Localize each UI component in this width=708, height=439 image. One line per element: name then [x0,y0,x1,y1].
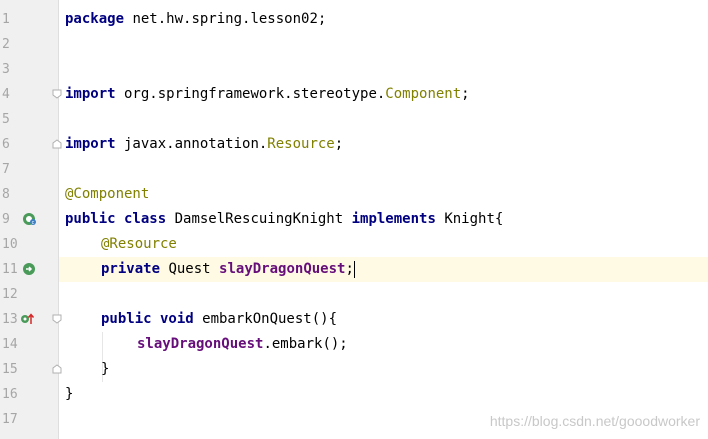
code-line-8[interactable]: @Component [65,182,149,207]
line-number: 8 [2,187,10,202]
implements-method-icon[interactable] [20,312,34,326]
line-number: 17 [2,412,18,427]
annotation: @Component [65,186,150,202]
keyword: public void [101,311,194,327]
line-number: 11 [2,262,18,277]
line-number: 14 [2,337,18,352]
watermark: https://blog.csdn.net/gooodworker [489,413,700,429]
closing-brace: } [65,386,74,402]
keyword: implements [351,211,436,227]
text-caret [353,260,355,278]
code-line-15[interactable]: } [101,357,109,382]
keyword: public class [65,211,167,227]
line-number: 4 [2,87,10,102]
interface-name: Knight{ [435,211,504,227]
line-number: 13 [2,312,18,327]
line-number: 10 [2,237,18,252]
svg-text:c: c [32,220,35,226]
code-line-6[interactable]: import javax.annotation.Resource; [65,132,343,157]
import-path: org.springframework.stereotype. [115,86,386,102]
import-path: javax.annotation. [115,136,268,152]
line-number: 12 [2,287,18,302]
import-class: Resource [267,136,335,152]
bean-injection-icon[interactable] [22,262,36,276]
semicolon: ; [334,136,344,152]
code-line-13[interactable]: public void embarkOnQuest(){ [101,307,337,332]
semicolon: ; [345,261,354,277]
line-number: 7 [2,162,10,177]
code-line-4[interactable]: import org.springframework.stereotype.Co… [65,82,470,107]
code-line-10[interactable]: @Resource [101,232,177,257]
keyword: import [65,136,116,152]
line-number: 9 [2,212,10,227]
code-line-9[interactable]: public class DamselRescuingKnight implem… [65,207,503,232]
semicolon: ; [461,86,470,102]
code-line-11[interactable]: private Quest slayDragonQuest; [101,257,355,282]
field-name: slayDragonQuest [219,261,346,277]
line-number: 3 [2,62,10,77]
line-number: 16 [2,387,18,402]
code-line-1[interactable]: package net.hw.spring.lesson02; [65,7,326,32]
code-line-16[interactable]: } [65,382,73,407]
editor-gutter: 1 2 3 4 5 6 7 8 9 10 11 12 13 14 15 16 17 c [0,0,62,439]
line-number: 15 [2,362,18,377]
code-editor[interactable]: package net.hw.spring.lesson02; import o… [59,0,708,439]
method-signature: embarkOnQuest(){ [193,311,338,327]
class-name: DamselRescuingKnight [166,211,352,227]
line-number: 1 [2,12,10,27]
method-call: .embark(); [263,336,348,352]
keyword: package [65,11,125,27]
field-type: Quest [160,261,220,277]
bean-class-icon[interactable]: c [22,212,36,226]
import-class: Component [385,86,462,102]
line-number: 5 [2,112,10,127]
package-name: net.hw.spring.lesson02; [124,11,327,27]
keyword: private [101,261,161,277]
code-line-14[interactable]: slayDragonQuest.embark(); [137,332,348,357]
annotation: @Resource [101,236,177,252]
closing-brace: } [101,361,110,377]
line-number: 6 [2,137,10,152]
line-number: 2 [2,37,10,52]
keyword: import [65,86,116,102]
field-name: slayDragonQuest [137,336,264,352]
